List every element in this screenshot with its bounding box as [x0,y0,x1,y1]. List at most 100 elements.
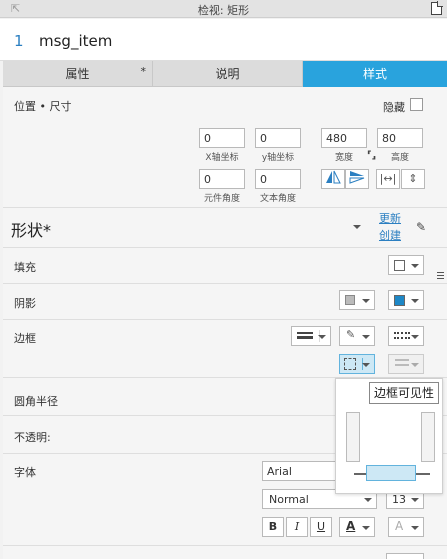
fill-color-dropdown[interactable] [388,255,424,275]
tab-properties-label: 属性 [65,67,90,81]
font-weight-value: Normal [269,493,309,506]
item-name-field[interactable]: msg_item [39,32,112,50]
chevron-down-icon [411,335,419,339]
tab-style-label: 样式 [362,67,387,81]
chevron-down-icon [411,498,419,502]
grip-line-2 [437,275,444,276]
inner-shadow-icon [394,295,405,306]
y-input[interactable]: 0 [255,128,301,148]
chevron-down-icon [318,335,326,339]
chevron-down-icon [362,299,370,303]
border-section: 边框 ✎ [3,320,447,378]
font-color-icon: A [346,519,356,533]
border-visibility-icon [344,358,356,370]
title-bar: ⇱ 检视: 矩形 [0,0,447,18]
next-section-dropdown[interactable] [386,553,424,559]
shape-section: 形状* 更新 创建 ✎ [3,208,447,248]
line-icon-a [297,332,313,334]
hide-label: 隐藏 [383,101,405,114]
right-border-toggle[interactable] [421,412,435,462]
height-caption: 高度 [390,153,409,163]
chevron-down-icon [362,335,370,339]
font-label: 字体 [14,466,36,479]
create-link[interactable]: 创建 [379,227,401,243]
scrollbar-grip[interactable] [436,270,445,284]
chevron-down-icon [362,363,370,367]
text-angle-caption: 文本角度 [259,194,296,204]
arrow-line-icon-a [395,359,409,361]
chevron-down-icon [411,363,419,367]
next-section-stub [3,546,447,559]
width-input[interactable]: 480 [321,128,367,148]
fill-label: 填充 [14,261,36,274]
bottom-border-toggle[interactable] [366,465,416,481]
element-angle-input[interactable]: 0 [199,169,245,189]
tab-modified-marker: * [140,65,147,78]
pen-icon: ✎ [346,328,356,341]
dotted-line-icon [394,332,410,334]
dotted-line-icon-2 [394,337,410,339]
fill-swatch [394,260,405,271]
grip-line-1 [437,272,444,273]
x-input[interactable]: 0 [199,128,245,148]
shape-label: 形状* [11,221,52,240]
tab-notes-label: 说明 [215,67,240,81]
fit-width-icon[interactable]: |↔| [376,169,400,189]
flip-vertical-icon[interactable] [345,169,369,189]
edit-shape-icon[interactable]: ✎ [416,220,426,234]
lock-ratio-icon[interactable]: ⸢⸥ [367,150,376,161]
bold-button[interactable]: B [262,517,284,537]
position-size-label: 位置 • 尺寸 [14,100,72,113]
border-pattern-dropdown[interactable] [388,326,424,346]
hide-checkbox[interactable] [410,98,423,111]
width-caption: 宽度 [334,153,353,163]
text-angle-input[interactable]: 0 [255,169,301,189]
left-border-toggle[interactable] [346,412,360,462]
inspector-tabs: 属性 * 说明 样式 [3,61,447,87]
item-index: 1 [14,32,24,50]
grip-line-3 [437,278,444,279]
chevron-down-icon [411,299,419,303]
corner-radius-label: 圆角半径 [14,395,58,408]
shadow-label: 阴影 [14,297,36,310]
tab-notes[interactable]: 说明 [153,61,303,87]
height-input[interactable]: 80 [377,128,423,148]
text-shadow-dropdown[interactable]: A [388,517,424,537]
x-caption: X轴坐标 [205,153,239,163]
border-color-dropdown[interactable] [291,326,331,346]
line-icon-b [297,336,313,339]
y-caption: y轴坐标 [261,153,295,163]
arrow-line-icon-b [395,364,409,366]
element-angle-caption: 元件角度 [203,194,240,204]
outer-shadow-icon [345,295,355,305]
arrow-style-dropdown[interactable] [388,354,424,374]
underline-button[interactable]: U [310,517,332,537]
border-width-dropdown[interactable]: ✎ [339,326,375,346]
italic-button[interactable]: I [286,517,308,537]
tab-style[interactable]: 样式 [303,61,447,87]
border-visibility-tooltip: 边框可见性 [369,382,439,404]
panel-title: 检视: 矩形 [197,4,250,17]
shadow-section: 阴影 [3,284,447,320]
opacity-label: 不透明: [14,431,51,444]
fit-height-icon[interactable]: ⇕ [401,169,425,189]
document-icon[interactable] [431,1,443,15]
font-family-dropdown[interactable]: Arial [262,461,340,481]
inner-shadow-dropdown[interactable] [388,290,424,310]
font-color-dropdown[interactable]: A [339,517,375,537]
tab-properties[interactable]: 属性 * [3,61,153,87]
font-family-value: Arial [267,465,292,478]
fill-section: 填充 [3,248,447,284]
text-shadow-icon: A [395,519,404,533]
shape-dropdown-arrow[interactable] [353,225,361,229]
border-visibility-dropdown[interactable] [339,354,375,374]
flip-horizontal-icon[interactable] [321,169,345,189]
update-link[interactable]: 更新 [379,210,401,226]
chevron-down-icon [411,264,419,268]
outer-shadow-dropdown[interactable] [339,290,375,310]
border-label: 边框 [14,332,36,345]
chevron-down-icon [364,498,372,502]
chevron-down-icon [362,526,370,530]
item-name-bar: 1 msg_item [0,19,447,61]
position-size-section: 位置 • 尺寸 隐藏 0 X轴坐标 0 y轴坐标 480 宽度 ⸢⸥ 80 高度… [3,87,447,208]
